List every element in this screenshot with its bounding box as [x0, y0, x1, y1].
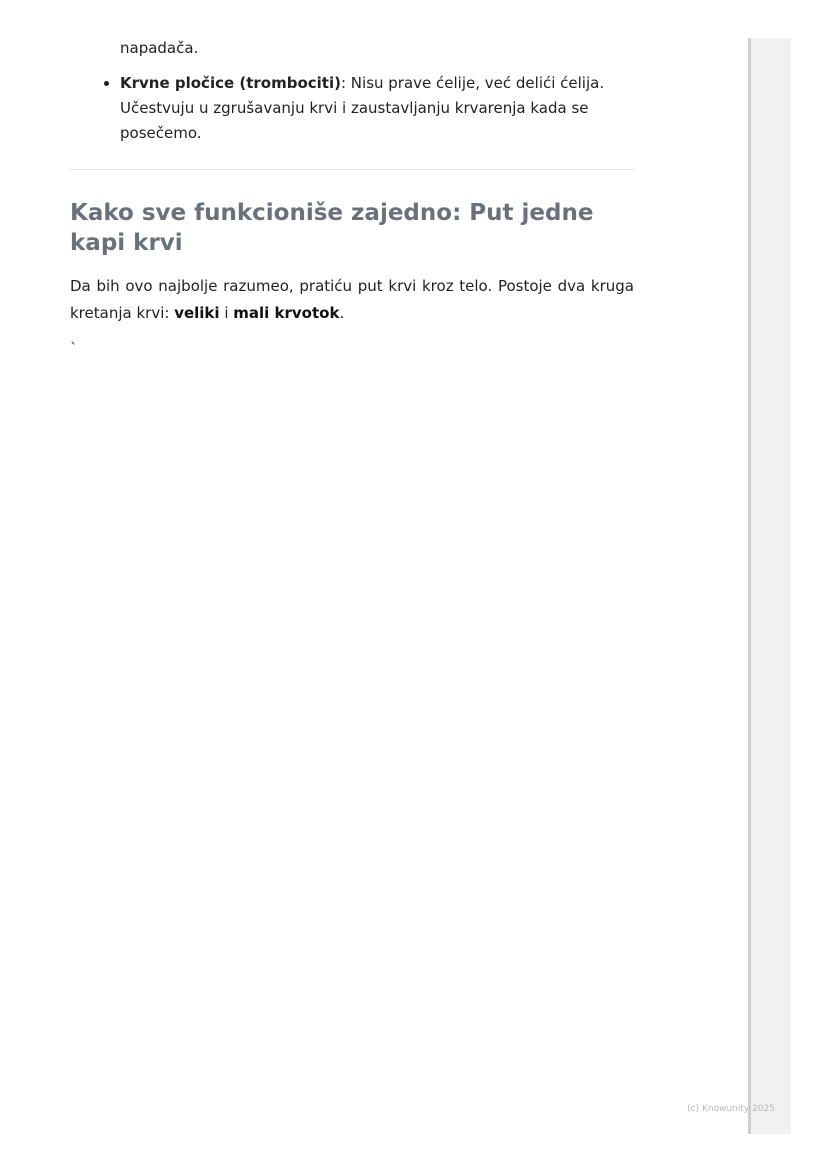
- intro-bold-2: mali krvotok: [233, 304, 340, 322]
- intro-text-3: .: [339, 304, 345, 322]
- copyright-footer: (c) Knowunity 2025: [687, 1104, 775, 1114]
- intro-paragraph: Da bih ovo najbolje razumeo, pratiću put…: [70, 273, 634, 327]
- section-divider: [70, 169, 634, 170]
- list-item: Krvne pločice (trombociti): Nisu prave ć…: [104, 71, 634, 146]
- intro-text-2: i: [219, 304, 234, 322]
- stray-character: `: [70, 340, 78, 358]
- document-content: napadača. Krvne pločice (trombociti): Ni…: [70, 36, 634, 359]
- intro-text-1: Da bih ovo najbolje razumeo, pratiću put…: [70, 277, 634, 322]
- bullet-icon: [104, 81, 109, 86]
- section-title: Kako sve funkcioniše zajedno: Put jedne …: [70, 200, 594, 256]
- intro-bold-1: veliki: [174, 304, 220, 322]
- bullet-term: Krvne pločice (trombociti): [120, 74, 341, 92]
- bullet-list: Krvne pločice (trombociti): Nisu prave ć…: [70, 71, 634, 146]
- scrollbar[interactable]: [748, 38, 791, 1134]
- continued-text: napadača.: [120, 39, 199, 57]
